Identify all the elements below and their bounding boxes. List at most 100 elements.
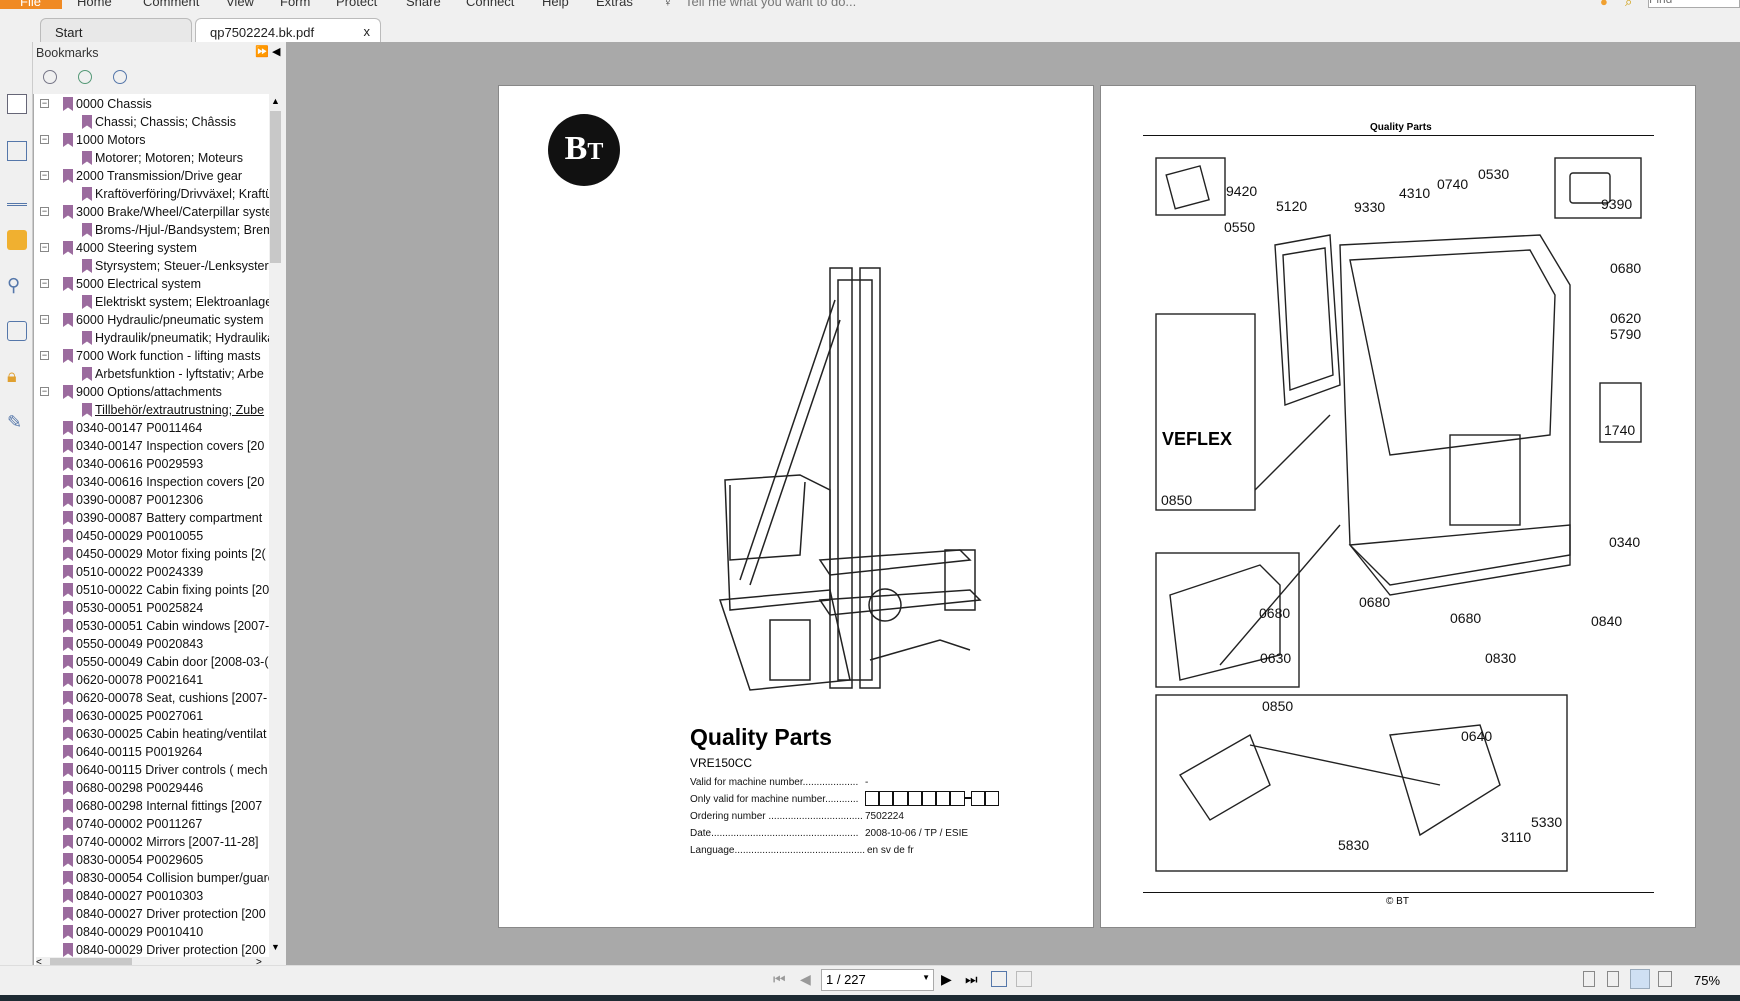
previous-view-icon[interactable] — [991, 971, 1007, 987]
bookmark-item[interactable]: 0550-00049 P0020843 — [34, 635, 269, 653]
collapse-toggle-icon[interactable]: − — [40, 243, 49, 252]
bookmark-item[interactable]: Kraftöverföring/Drivväxel; Kraftü — [34, 185, 269, 203]
bookmark-item[interactable]: 0630-00025 P0027061 — [34, 707, 269, 725]
bookmark-item[interactable]: 0340-00147 Inspection covers [20 — [34, 437, 269, 455]
bookmark-item[interactable]: − 5000 Electrical system — [34, 275, 269, 293]
bookmark-item[interactable]: 0450-00029 P0010055 — [34, 527, 269, 545]
bookmark-item[interactable]: 0640-00115 P0019264 — [34, 743, 269, 761]
attachments-panel-icon[interactable]: ⚲ — [7, 275, 27, 295]
bookmark-item[interactable]: 0740-00002 P0011267 — [34, 815, 269, 833]
bookmark-item[interactable]: 0390-00087 P0012306 — [34, 491, 269, 509]
bookmark-item[interactable]: 0840-00027 P0010303 — [34, 887, 269, 905]
collapse-toggle-icon[interactable]: − — [40, 135, 49, 144]
bookmark-item[interactable]: − 3000 Brake/Wheel/Caterpillar syste — [34, 203, 269, 221]
menu-view[interactable]: View — [226, 0, 254, 9]
collapse-toggle-icon[interactable]: − — [40, 315, 49, 324]
bookmark-item[interactable]: 0830-00054 Collision bumper/guarc — [34, 869, 269, 887]
bookmark-item[interactable]: 0530-00051 Cabin windows [2007- — [34, 617, 269, 635]
bookmark-item[interactable]: 0390-00087 Battery compartment — [34, 509, 269, 527]
tell-me-search[interactable]: Tell me what you want to do... — [685, 0, 856, 9]
comments-panel-icon[interactable] — [7, 230, 27, 250]
bookmark-item[interactable]: 0630-00025 Cabin heating/ventilat — [34, 725, 269, 743]
menu-extras[interactable]: Extras — [596, 0, 633, 9]
bookmark-item[interactable]: 0840-00029 P0010410 — [34, 923, 269, 941]
bookmark-item[interactable]: − 2000 Transmission/Drive gear — [34, 167, 269, 185]
file-menu-label[interactable]: File — [20, 0, 41, 9]
single-page-icon[interactable] — [1583, 971, 1595, 987]
facing-pages-icon[interactable] — [1630, 969, 1650, 989]
notification-icon[interactable]: ● — [1600, 0, 1608, 9]
bookmark-item[interactable]: 0620-00078 Seat, cushions [2007- — [34, 689, 269, 707]
next-view-icon[interactable] — [1016, 971, 1032, 987]
bookmark-item[interactable]: 0740-00002 Mirrors [2007-11-28] — [34, 833, 269, 851]
collapse-panel-icon[interactable]: ◀ — [272, 45, 280, 58]
collapse-toggle-icon[interactable]: − — [40, 387, 49, 396]
bookmark-item[interactable]: 0340-00616 P0029593 — [34, 455, 269, 473]
bookmark-item[interactable]: Elektriskt system; Elektroanlage — [34, 293, 269, 311]
menu-connect[interactable]: Connect — [466, 0, 514, 9]
bookmarks-vertical-scrollbar[interactable]: ▲ ▼ — [269, 96, 282, 956]
bookmark-item[interactable]: Broms-/Hjul-/Bandsystem; Brem — [34, 221, 269, 239]
bookmark-item[interactable]: 0340-00147 P0011464 — [34, 419, 269, 437]
find-input[interactable] — [1648, 0, 1740, 8]
menu-form[interactable]: Form — [280, 0, 310, 9]
expand-panel-icon[interactable]: ⏩ — [255, 45, 269, 58]
tools-icon[interactable]: ✎ — [7, 412, 27, 432]
bookmark-item[interactable]: Styrsystem; Steuer-/Lenksyster — [34, 257, 269, 275]
bookmark-item[interactable]: − 4000 Steering system — [34, 239, 269, 257]
close-tab-icon[interactable]: x — [364, 24, 371, 39]
delete-bookmark-icon[interactable] — [113, 70, 127, 84]
menu-share[interactable]: Share — [406, 0, 441, 9]
menu-protect[interactable]: Protect — [336, 0, 377, 9]
bookmark-item[interactable]: 0510-00022 P0024339 — [34, 563, 269, 581]
bookmark-item[interactable]: Hydraulik/pneumatik; Hydraulika — [34, 329, 269, 347]
bookmark-item[interactable]: 0510-00022 Cabin fixing points [20 — [34, 581, 269, 599]
lock-icon[interactable]: 🔒︎ — [7, 366, 27, 386]
add-bookmark-icon[interactable] — [78, 70, 92, 84]
bookmark-item[interactable]: 0830-00054 P0029605 — [34, 851, 269, 869]
bookmark-item[interactable]: 0450-00029 Motor fixing points [2( — [34, 545, 269, 563]
bookmark-item[interactable]: Arbetsfunktion - lyftstativ; Arbe — [34, 365, 269, 383]
zoom-level[interactable]: 75% — [1694, 973, 1720, 988]
page-number-input[interactable]: 1 / 227 ▼ — [821, 969, 934, 991]
bookmark-item[interactable]: − 9000 Options/attachments — [34, 383, 269, 401]
bookmark-item[interactable]: − 7000 Work function - lifting masts — [34, 347, 269, 365]
bookmark-item[interactable]: 0340-00616 Inspection covers [20 — [34, 473, 269, 491]
menu-help[interactable]: Help — [542, 0, 569, 9]
bookmark-item[interactable]: 0680-00298 Internal fittings [2007 — [34, 797, 269, 815]
collapse-toggle-icon[interactable]: − — [40, 99, 49, 108]
tab-document[interactable]: qp7502224.bk.pdf x — [195, 18, 381, 42]
first-page-icon[interactable]: ⏮ — [773, 971, 786, 988]
bookmark-item[interactable]: 0550-00049 Cabin door [2008-03-( — [34, 653, 269, 671]
collapse-toggle-icon[interactable]: − — [40, 279, 49, 288]
next-page-icon[interactable]: ▶ — [941, 971, 952, 988]
bookmark-item[interactable]: 0640-00115 Driver controls ( mech — [34, 761, 269, 779]
bookmark-item[interactable]: − 1000 Motors — [34, 131, 269, 149]
last-page-icon[interactable]: ⏭ — [965, 971, 978, 988]
bookmark-item[interactable]: Chassi; Chassis; Châssis — [34, 113, 269, 131]
bookmarks-panel-icon[interactable] — [7, 94, 27, 114]
bookmark-item[interactable]: − 0000 Chassis — [34, 95, 269, 113]
menu-home[interactable]: Home — [77, 0, 112, 9]
scroll-up-icon[interactable]: ▲ — [271, 96, 280, 106]
menu-comment[interactable]: Comment — [143, 0, 199, 9]
previous-page-icon[interactable]: ◀ — [800, 971, 811, 988]
bookmark-item[interactable]: 0680-00298 P0029446 — [34, 779, 269, 797]
signatures-panel-icon[interactable] — [7, 321, 27, 341]
bookmark-item[interactable]: 0840-00027 Driver protection [200 — [34, 905, 269, 923]
continuous-facing-icon[interactable] — [1658, 971, 1672, 987]
collapse-toggle-icon[interactable]: − — [40, 207, 49, 216]
bookmark-item[interactable]: 0620-00078 P0021641 — [34, 671, 269, 689]
layers-panel-icon[interactable] — [7, 186, 27, 206]
continuous-page-icon[interactable] — [1607, 971, 1619, 987]
collapse-toggle-icon[interactable]: − — [40, 351, 49, 360]
scroll-down-icon[interactable]: ▼ — [271, 942, 280, 952]
dropdown-arrow-icon[interactable]: ▼ — [922, 973, 930, 982]
bookmark-item[interactable]: − 6000 Hydraulic/pneumatic system — [34, 311, 269, 329]
find-icon[interactable]: ⌕ — [1625, 0, 1632, 10]
scroll-thumb[interactable] — [270, 111, 281, 263]
collapse-toggle-icon[interactable]: − — [40, 171, 49, 180]
tab-start[interactable]: Start — [40, 18, 192, 42]
bookmark-item[interactable]: Motorer; Motoren; Moteurs — [34, 149, 269, 167]
pages-panel-icon[interactable] — [7, 141, 27, 161]
